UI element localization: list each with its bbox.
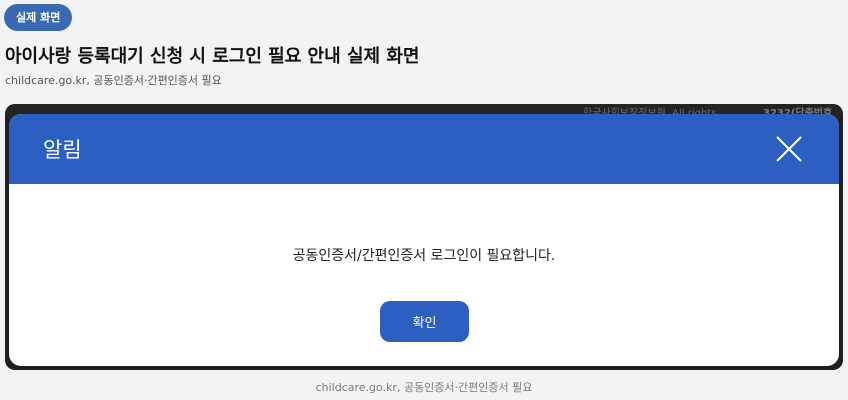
page-subtitle: childcare.go.kr, 공동인증서·간편인증서 필요 [5,74,222,87]
modal-title: 알림 [43,138,82,162]
alert-modal: 알림 공동인증서/간편인증서 로그인이 필요합니다. 확인 [9,114,839,366]
page-title: 아이사랑 등록대기 신청 시 로그인 필요 안내 실제 화면 [5,46,420,67]
footer-caption: childcare.go.kr, 공동인증서·간편인증서 필요 [315,381,533,394]
screen-type-badge: 실제 화면 [4,4,73,31]
modal-message: 공동인증서/간편인증서 로그인이 필요합니다. [292,248,556,264]
page: 실제 화면 아이사랑 등록대기 신청 시 로그인 필요 안내 실제 화면 chi… [0,0,848,400]
close-button[interactable] [775,135,803,163]
confirm-button[interactable]: 확인 [380,301,469,342]
close-icon [776,136,802,162]
modal-header: 알림 [9,114,839,184]
